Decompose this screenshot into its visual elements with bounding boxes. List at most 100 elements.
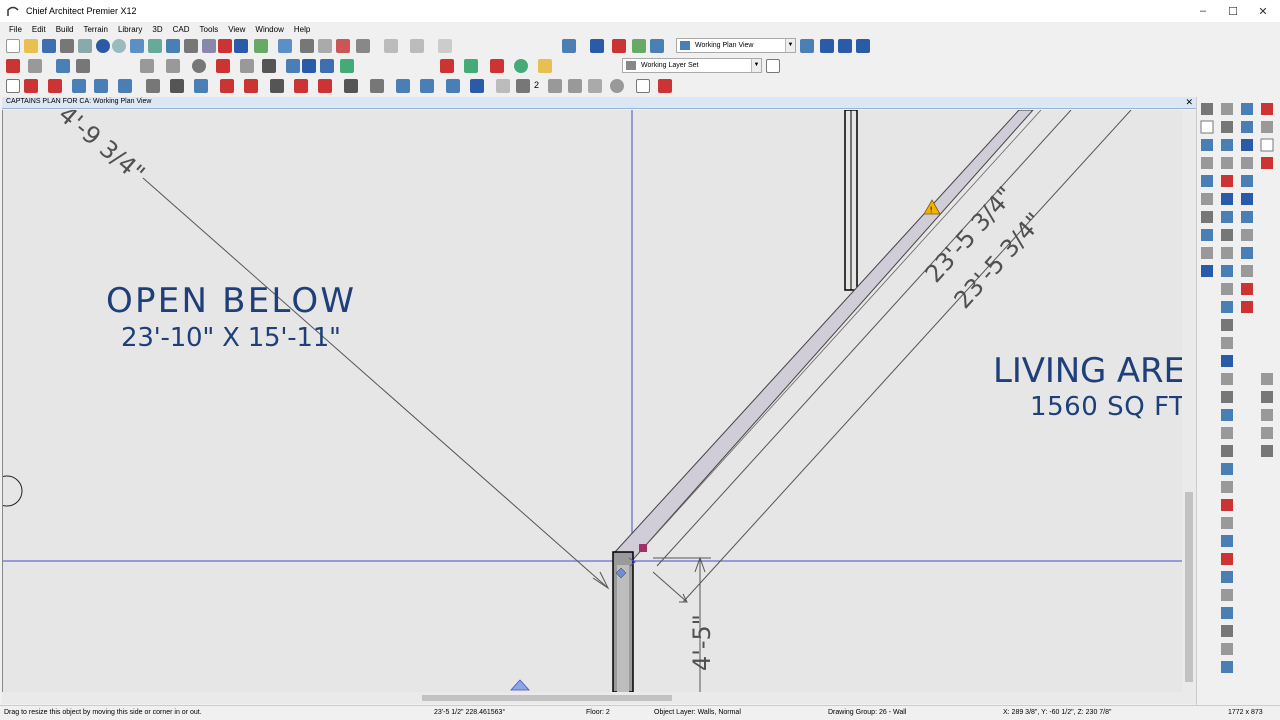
draw-circle-icon[interactable] (192, 59, 206, 73)
vertical-scrollbar[interactable] (1182, 110, 1196, 692)
copy-paste-icon[interactable] (320, 59, 334, 73)
layer-display-icon[interactable] (590, 39, 604, 53)
menu-view[interactable]: View (223, 25, 250, 34)
plan-canvas[interactable]: ! 4'-9 3/4" OPEN BELOW 23'-10" X 15'-11"… (2, 110, 1182, 692)
menu-terrain[interactable]: Terrain (78, 25, 112, 34)
scissors-icon[interactable] (202, 39, 216, 53)
floor-down-icon[interactable] (410, 39, 424, 53)
crop-icon[interactable] (496, 79, 510, 93)
draw-arc-icon[interactable] (166, 59, 180, 73)
display-options-icon[interactable] (300, 39, 314, 53)
fence-tool-icon[interactable] (370, 79, 384, 93)
save-icon[interactable] (42, 39, 56, 53)
cabinet-tool-icon[interactable] (72, 79, 86, 93)
pencil-icon[interactable] (612, 39, 626, 53)
menu-library[interactable]: Library (113, 25, 147, 34)
grid-icon[interactable] (278, 39, 292, 53)
grid-tool-icon[interactable] (270, 79, 284, 93)
layer-set-select[interactable]: Working Layer Set ▼ (622, 58, 762, 73)
camera-icon[interactable] (318, 39, 332, 53)
vertical-scroll-thumb[interactable] (1185, 492, 1193, 682)
plan-drawing[interactable]: ! 4'-9 3/4" OPEN BELOW 23'-10" X 15'-11"… (3, 110, 1182, 692)
layer-check-icon[interactable] (766, 59, 780, 73)
spell-check-icon[interactable] (218, 39, 232, 53)
triangle-marker-icon[interactable] (510, 679, 530, 691)
column-3-tools[interactable] (1241, 103, 1253, 313)
terrain-icon[interactable] (514, 59, 528, 73)
saved-view-icon[interactable] (650, 39, 664, 53)
reference-icon[interactable] (588, 79, 602, 93)
layer-icon[interactable] (254, 39, 268, 53)
select-objects-icon[interactable] (6, 79, 20, 93)
fireplace-tool-icon[interactable] (220, 79, 234, 93)
ruler-icon[interactable] (658, 79, 672, 93)
transform-icon[interactable] (56, 59, 70, 73)
view-options-icon[interactable] (800, 39, 814, 53)
draw-box-icon[interactable] (216, 59, 230, 73)
pan-icon[interactable] (148, 39, 162, 53)
dimension-tool-icon[interactable] (396, 79, 410, 93)
line-tool-icon[interactable] (28, 59, 42, 73)
roof-plane-icon[interactable] (244, 79, 258, 93)
window-cascade-icon[interactable] (838, 39, 852, 53)
stair-tool-icon[interactable] (146, 79, 160, 93)
menu-window[interactable]: Window (250, 25, 288, 34)
reverse-icon[interactable] (76, 59, 90, 73)
horizontal-scrollbar[interactable] (2, 692, 1196, 704)
plan-view-icon[interactable] (562, 39, 576, 53)
arch-tool-icon[interactable] (344, 79, 358, 93)
column-icon[interactable] (464, 59, 478, 73)
menu-3d[interactable]: 3D (147, 25, 167, 34)
column-4-tools[interactable] (1260, 103, 1274, 457)
print-icon[interactable] (60, 39, 74, 53)
help-icon[interactable] (234, 39, 248, 53)
camera-tool-icon[interactable] (470, 79, 484, 93)
close-button[interactable]: ✕ (1248, 0, 1278, 22)
menu-file[interactable]: File (4, 25, 27, 34)
refresh-icon[interactable] (610, 79, 624, 93)
filter-icon[interactable] (632, 39, 646, 53)
home-tool-icon[interactable] (446, 79, 460, 93)
delete-icon[interactable] (262, 59, 276, 73)
column-2-tools[interactable] (1221, 103, 1233, 673)
menu-help[interactable]: Help (289, 25, 315, 34)
electrical-tool-icon[interactable] (194, 79, 208, 93)
horizontal-scroll-thumb[interactable] (422, 695, 672, 701)
resize-handle[interactable] (639, 544, 647, 552)
floor-up-icon[interactable] (384, 39, 398, 53)
window-tool-icon[interactable] (118, 79, 132, 93)
menu-tools[interactable]: Tools (195, 25, 224, 34)
door-tool-icon[interactable] (94, 79, 108, 93)
step-up-icon[interactable] (548, 79, 562, 93)
select-icon[interactable] (130, 39, 144, 53)
wall-hatch-icon[interactable] (440, 59, 454, 73)
step-down-icon[interactable] (568, 79, 582, 93)
print-preview-icon[interactable] (78, 39, 92, 53)
roof-tool-icon[interactable] (490, 59, 504, 73)
open-folder-icon[interactable] (24, 39, 38, 53)
minimize-button[interactable]: – (1188, 0, 1218, 22)
view-select[interactable]: Working Plan View ▼ (676, 38, 796, 53)
wall-diagonal[interactable] (614, 110, 1034, 565)
framing-tool-icon[interactable] (170, 79, 184, 93)
wall-tool-icon[interactable] (24, 79, 38, 93)
new-file-icon[interactable] (6, 39, 20, 53)
stop-icon[interactable] (336, 39, 350, 53)
paste-icon[interactable] (184, 39, 198, 53)
text-tool-icon[interactable] (420, 79, 434, 93)
maximize-button[interactable]: ☐ (1218, 0, 1248, 22)
library-icon[interactable] (538, 59, 552, 73)
menu-cad[interactable]: CAD (168, 25, 195, 34)
deck-tool-icon[interactable] (294, 79, 308, 93)
group-icon[interactable] (340, 59, 354, 73)
room-tool-icon[interactable] (48, 79, 62, 93)
break-icon[interactable] (286, 59, 300, 73)
spline-icon[interactable] (240, 59, 254, 73)
menu-edit[interactable]: Edit (27, 25, 51, 34)
undo-icon[interactable] (96, 39, 110, 53)
copy-icon[interactable] (166, 39, 180, 53)
shape-tool-icon[interactable] (318, 79, 332, 93)
join-icon[interactable] (302, 59, 316, 73)
draw-line-icon[interactable] (140, 59, 154, 73)
window-tile-icon[interactable] (820, 39, 834, 53)
